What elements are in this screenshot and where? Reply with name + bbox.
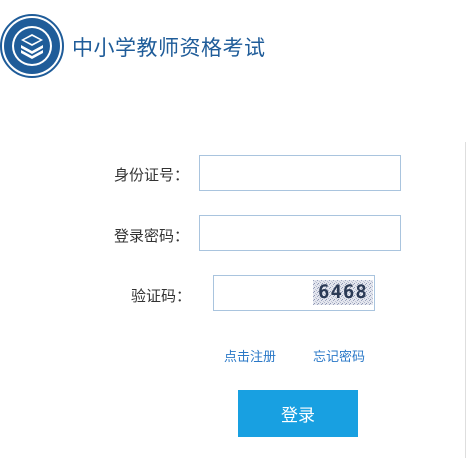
captcha-label: 验证码： (131, 287, 192, 305)
logo-emblem-icon (0, 14, 64, 78)
password-input[interactable] (199, 215, 401, 251)
login-button[interactable]: 登录 (238, 390, 358, 437)
id-number-input[interactable] (199, 155, 401, 191)
captcha-image[interactable]: 6468 (313, 280, 373, 305)
login-page: 中小学教师资格考试 身份证号： 登录密码： 验证码： 6468 点击注册 忘记密… (0, 0, 469, 458)
site-title: 中小学教师资格考试 (72, 36, 266, 60)
vertical-divider (465, 142, 466, 458)
captcha-code-text: 6468 (318, 281, 368, 303)
id-number-label: 身份证号： (114, 166, 190, 184)
forgot-password-link[interactable]: 忘记密码 (313, 346, 365, 365)
register-link[interactable]: 点击注册 (224, 346, 276, 365)
password-label: 登录密码： (114, 227, 190, 245)
